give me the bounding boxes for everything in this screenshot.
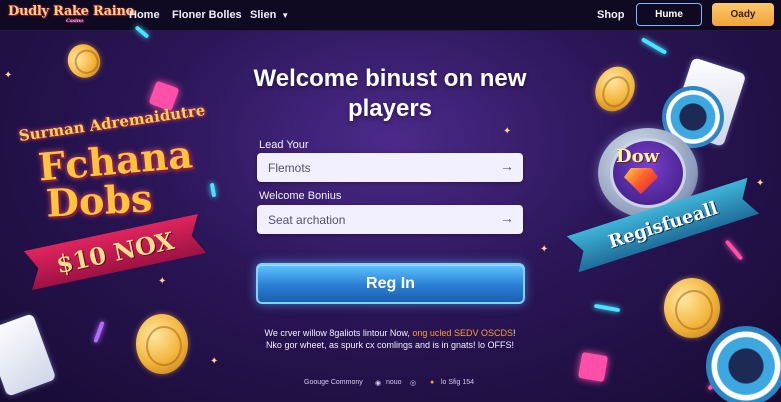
cube-decoration <box>577 351 609 383</box>
nav-slots-label: Slien <box>250 9 277 21</box>
sparkle-icon: ✦ <box>158 276 167 287</box>
divider-icon: ◎ <box>410 380 417 387</box>
left-art-title-line2: Dobs <box>44 175 154 226</box>
coin-decoration <box>588 60 642 118</box>
glow-line-decoration <box>640 37 668 55</box>
promo-line1-end: ! <box>512 328 516 338</box>
chip-decoration <box>706 326 781 402</box>
field1-value: Flemots <box>268 160 311 175</box>
promo-line1-highlight: ong ucled SEDV OSCDS <box>412 328 513 338</box>
sparkle-icon: ✦ <box>4 70 13 81</box>
register-button[interactable]: Reg In <box>256 263 525 304</box>
gold-cta-button[interactable]: Oady <box>712 3 774 26</box>
shield-icon: ◉ <box>375 380 382 387</box>
right-badge-text: Dow <box>616 146 660 167</box>
footer-link-3[interactable]: lo Sfig 154 <box>441 379 474 386</box>
promo-line1-text: We crver willow 8galiots lintour Now, <box>264 328 413 338</box>
site-logo[interactable]: Dudly Rake Raino Casino <box>8 4 134 24</box>
field2-label: Welcome Bonius <box>259 190 342 202</box>
glow-line-decoration <box>209 182 217 198</box>
logo-text: Dudly Rake Raino <box>8 4 134 19</box>
sparkle-icon: ✦ <box>540 244 549 255</box>
sparkle-icon: ✦ <box>756 178 765 189</box>
logo-subtext: Casino <box>66 18 84 24</box>
coin-icon: ● <box>430 379 435 386</box>
sparkle-icon: ✦ <box>210 356 219 367</box>
card-decoration <box>0 313 57 397</box>
footer-link-2[interactable]: nouo <box>386 379 402 386</box>
coin-decoration <box>136 314 188 374</box>
top-nav-bar: Dudly Rake Raino Casino Home Floner Boll… <box>0 0 781 31</box>
field1-label: Lead Your <box>259 139 309 151</box>
promo-text-line2: Nko gor wheet, as spurk cx comlings and … <box>265 340 515 350</box>
glow-line-decoration <box>593 303 621 313</box>
chevron-down-icon: ▼ <box>281 11 290 20</box>
coin-decoration <box>664 278 720 338</box>
field1-input[interactable]: Flemots → <box>257 153 523 182</box>
footer-link-company[interactable]: Goouge Commony <box>304 379 363 386</box>
glow-line-decoration <box>724 239 744 261</box>
nav-games[interactable]: Floner Bolles <box>172 9 242 21</box>
nav-home[interactable]: Home <box>129 9 160 21</box>
nav-shop[interactable]: Shop <box>597 9 625 21</box>
glow-line-decoration <box>93 320 105 344</box>
page-title: Welcome binust on new players <box>253 65 527 122</box>
coin-decoration <box>61 38 107 84</box>
home-outline-button[interactable]: Hume <box>636 3 702 26</box>
promo-text-line1: We crver willow 8galiots lintour Now, on… <box>200 328 580 338</box>
field2-input[interactable]: Seat archation → <box>257 205 523 234</box>
arrow-right-icon: → <box>500 210 514 226</box>
sparkle-icon: ✦ <box>503 126 512 137</box>
arrow-right-icon: → <box>500 158 514 174</box>
field2-value: Seat archation <box>268 212 346 227</box>
nav-slots-dropdown[interactable]: Slien ▼ <box>250 9 289 21</box>
